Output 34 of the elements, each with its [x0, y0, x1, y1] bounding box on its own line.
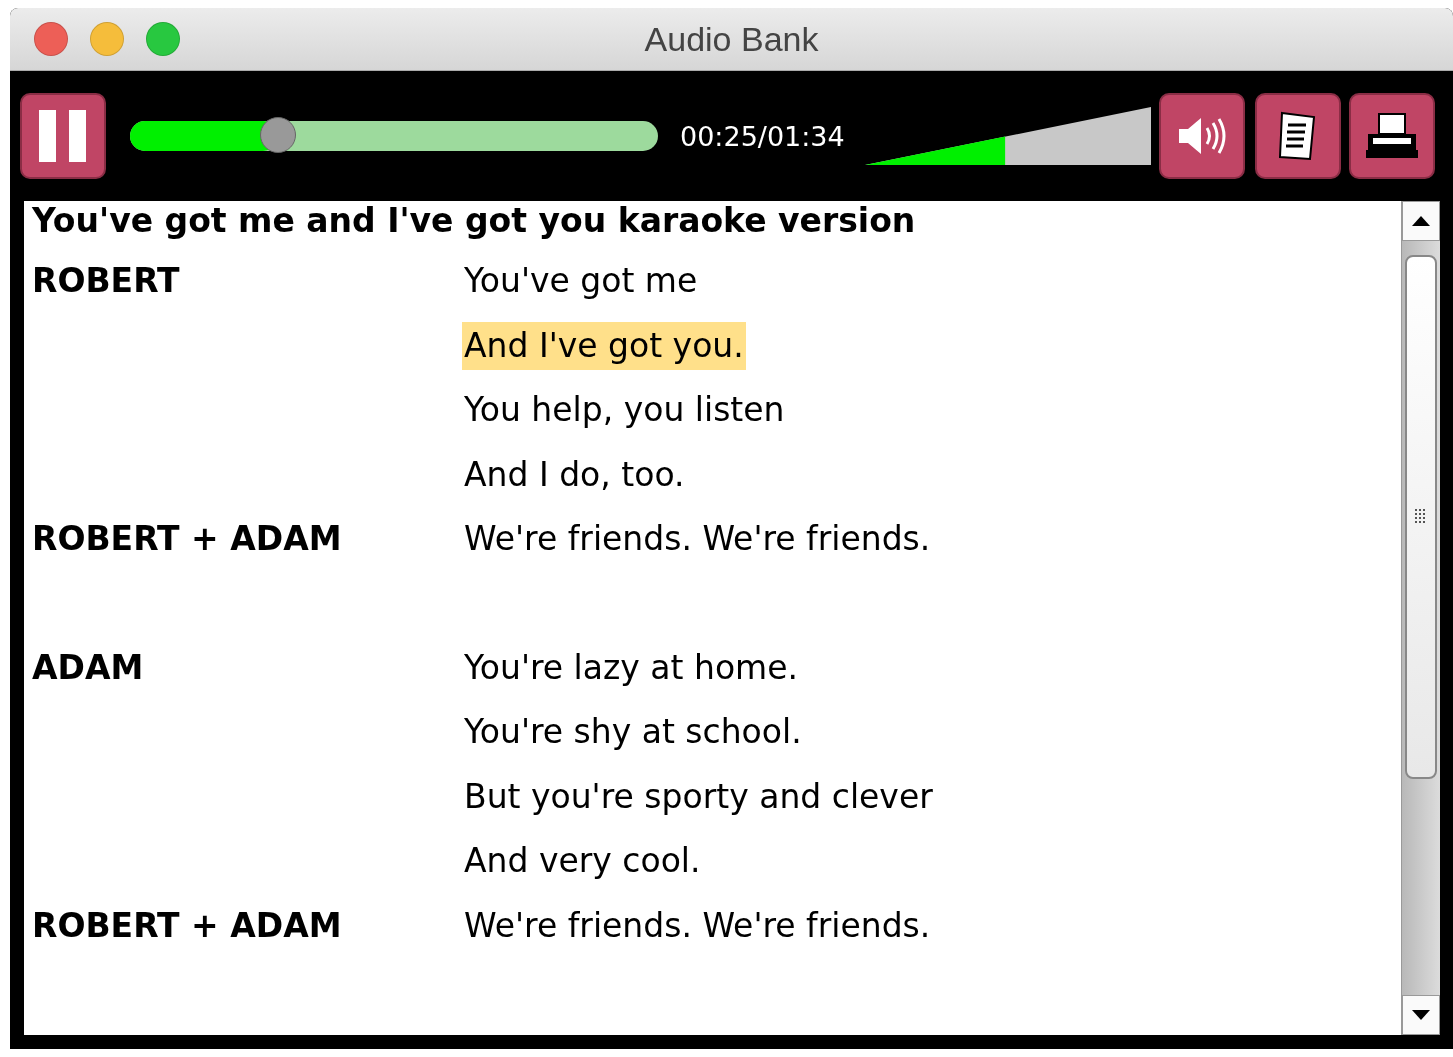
lyric-line: You're lazy at home. — [463, 646, 799, 689]
up-arrow-icon — [1412, 216, 1430, 226]
window-title: Audio Bank — [644, 19, 820, 59]
speaker-name: ADAM — [32, 646, 145, 689]
slider-thumb[interactable] — [259, 117, 296, 153]
lyric-line: But you're sporty and clever — [463, 775, 934, 818]
lyric-line: You're shy at school. — [463, 711, 803, 753]
pause-button[interactable] — [20, 93, 106, 179]
speaker-name: ROBERT — [32, 260, 181, 302]
lyric-line: And I do, too. — [463, 453, 686, 496]
volume-button[interactable] — [1158, 93, 1245, 179]
lyric-line: You've got me — [463, 260, 699, 302]
time-readout: 00:25/01:34 — [680, 120, 845, 152]
volume-slider[interactable] — [864, 107, 1151, 165]
pause-icon — [37, 110, 89, 162]
print-button[interactable] — [1348, 93, 1435, 179]
lyric-line: We're friends. We're friends. — [463, 904, 932, 947]
grip-icon — [1415, 509, 1427, 525]
scroll-down-button[interactable] — [1402, 995, 1440, 1035]
lyric-line: And very cool. — [463, 840, 702, 882]
scrollbar[interactable] — [1401, 201, 1440, 1035]
scroll-up-button[interactable] — [1402, 201, 1440, 241]
lyric-line: You help, you listen — [463, 389, 786, 431]
song-title: You've got me and I've got you karaoke version — [32, 201, 916, 241]
lyrics-button[interactable] — [1254, 93, 1341, 179]
speaker-icon — [1176, 116, 1227, 156]
printer-icon — [1364, 113, 1419, 159]
speaker-name: ROBERT + ADAM — [32, 904, 343, 947]
speaker-name: ROBERT + ADAM — [32, 518, 343, 560]
lyric-line: We're friends. We're friends. — [463, 518, 932, 560]
document-icon — [1277, 111, 1318, 161]
close-button[interactable] — [34, 22, 68, 56]
scroll-thumb[interactable] — [1405, 255, 1437, 779]
down-arrow-icon — [1412, 1010, 1430, 1020]
